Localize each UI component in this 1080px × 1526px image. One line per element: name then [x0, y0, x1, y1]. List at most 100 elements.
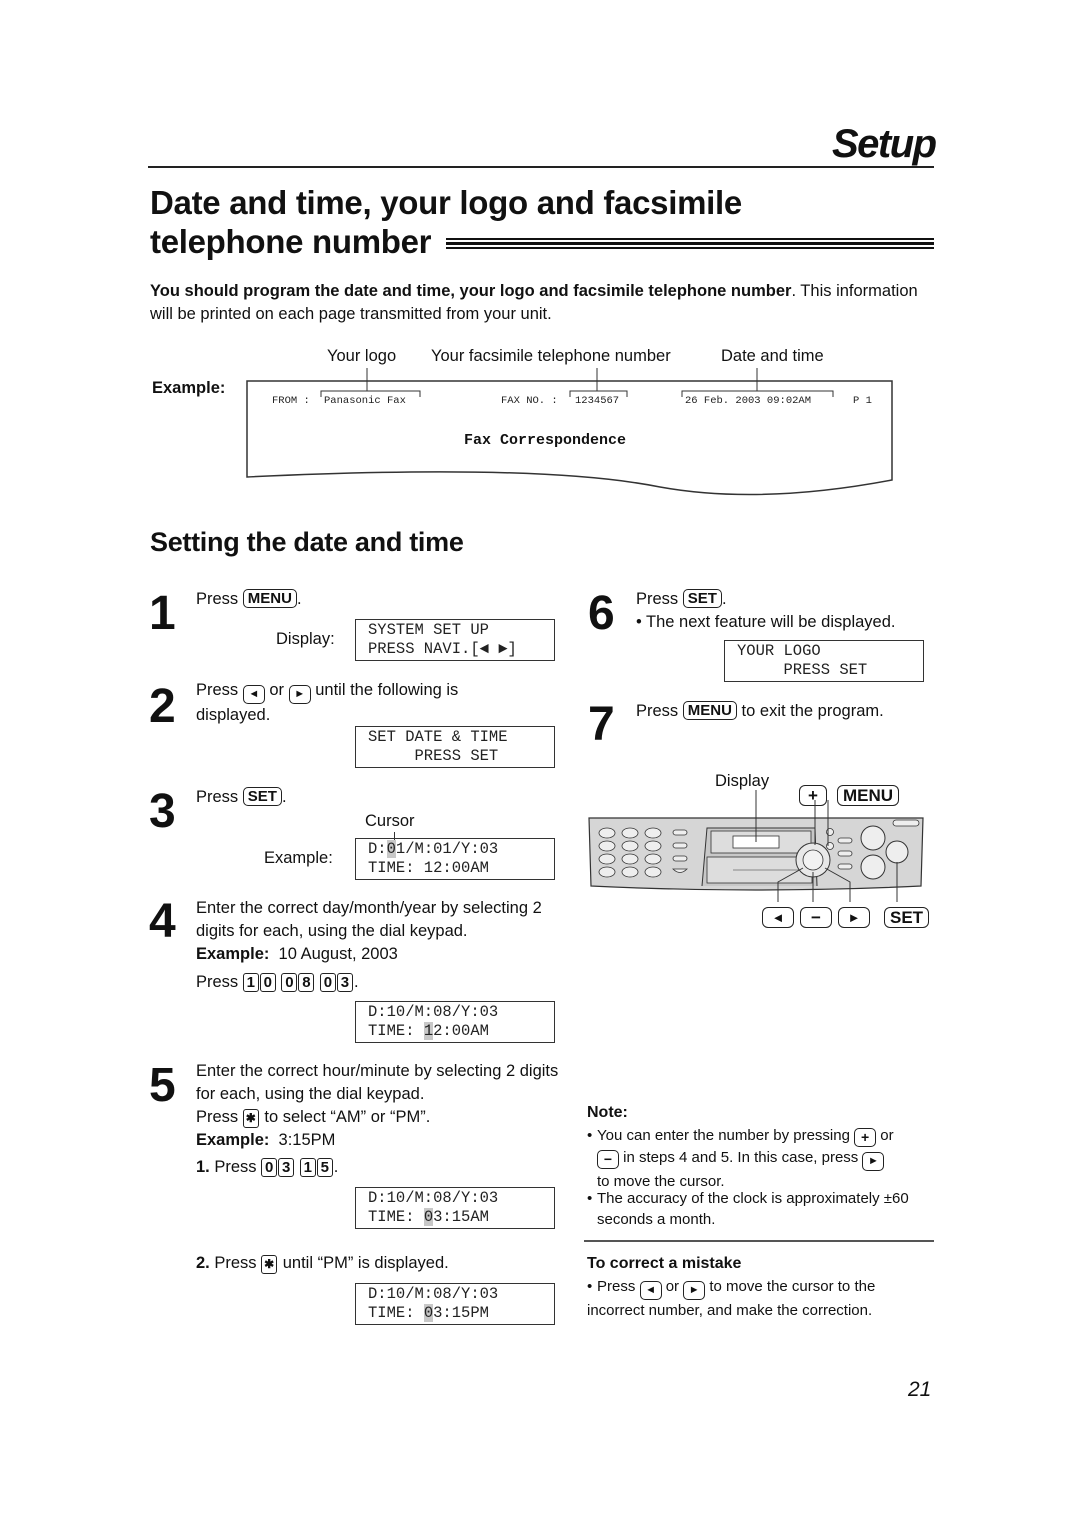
note-divider [584, 1240, 934, 1242]
note-bullet-2: • The accuracy of the clock is approximat… [587, 1188, 937, 1230]
set-key: SET [682, 589, 722, 608]
step-5-example: Example: 3:15PM [196, 1129, 335, 1152]
press-label: Press [214, 1158, 257, 1176]
fax-page-value: P 1 [853, 395, 872, 407]
sub2-desc: until “PM” is displayed. [282, 1254, 449, 1272]
example-bold: Example: [196, 1131, 270, 1149]
star-desc: to select “AM” or “PM”. [264, 1108, 431, 1126]
press-label: Press [196, 788, 239, 806]
set-key: SET [242, 787, 282, 806]
lcd-line: D:01/M:01/Y:03 [368, 840, 499, 858]
display-label: Display: [276, 630, 335, 648]
lcd-line: PRESS NAVI.[◄ ►] [368, 640, 517, 658]
press-label: Press [196, 590, 239, 608]
press-label: Press [196, 681, 239, 699]
press-label: Press [214, 1254, 257, 1272]
press-label: Press [196, 973, 239, 991]
bullet-icon: • [587, 1190, 593, 1207]
lcd-system-setup: SYSTEM SET UP PRESS NAVI.[◄ ►] [355, 619, 555, 661]
minus-key-icon: − [597, 1150, 619, 1169]
cursor-highlight: 0 [423, 1304, 434, 1322]
note-bullet-1: • You can enter the number by pressing + … [587, 1125, 937, 1192]
digit-key: 3 [278, 1158, 295, 1177]
step-4-keys: Press 10 08 03. [196, 973, 359, 992]
lcd-line: PRESS SET [368, 747, 499, 765]
step-5-number: 5 [149, 1059, 176, 1112]
step-5-text: Enter the correct hour/minute by selecti… [196, 1062, 559, 1103]
digit-key: 0 [319, 973, 336, 992]
menu-key: MENU [682, 701, 737, 720]
callout-date-time: Date and time [721, 347, 824, 365]
intro-paragraph: You should program the date and time, yo… [150, 280, 940, 326]
bullet-icon: • [587, 1278, 593, 1295]
digit-key: 3 [336, 973, 353, 992]
fax-control-panel [588, 790, 924, 902]
lcd-set-date-time: SET DATE & TIME PRESS SET [355, 726, 555, 768]
page-title-line1: Date and time, your logo and facsimile [150, 184, 742, 221]
mistake-text: or [665, 1278, 680, 1295]
callout-logo: Your logo [327, 347, 397, 365]
example-label: Example: [264, 849, 333, 867]
star-key-icon: ✱ [261, 1255, 278, 1274]
step-6-bullet: • The next feature will be displayed. [636, 611, 895, 634]
step-5-sub2: 2. Press ✱ until “PM” is displayed. [196, 1252, 449, 1275]
header-rule [148, 166, 934, 168]
step-2-number: 2 [149, 680, 176, 733]
digit-key: 0 [259, 973, 276, 992]
lcd-time-am: D:10/M:08/Y:03 TIME: 03:15AM [355, 1187, 555, 1229]
cursor-highlight: 0 [386, 840, 396, 858]
fax-no-value: 1234567 [575, 395, 620, 407]
digit-key: 1 [299, 1158, 316, 1177]
lcd-line: SYSTEM SET UP [368, 621, 489, 639]
step-2-text: Press ◄ or ► until the following is disp… [196, 679, 526, 727]
note-text: The accuracy of the clock is approximate… [597, 1190, 909, 1228]
cursor-highlight: 0 [423, 1208, 434, 1226]
bullet-icon: • [587, 1127, 593, 1144]
left-arrow-key: ◄ [762, 907, 794, 928]
bullet-icon: • [636, 613, 642, 631]
star-key-icon: ✱ [242, 1109, 259, 1128]
step-6-text: Press SET. [636, 589, 727, 608]
fax-logo-value: Panasonic Fax [324, 395, 406, 407]
fax-no-label: FAX NO. : [501, 395, 558, 407]
lcd-line: D:10/M:08/Y:03 [368, 1003, 499, 1021]
minus-key: − [800, 907, 832, 928]
left-arrow-key-icon: ◄ [242, 685, 265, 704]
sub-num: 2. [196, 1254, 210, 1272]
step-5-sub1: 1. Press 03 15. [196, 1158, 339, 1177]
mistake-text: Press [597, 1278, 636, 1295]
lcd-date-entered: D:10/M:08/Y:03 TIME: 12:00AM [355, 1001, 555, 1043]
lcd-line: D:10/M:08/Y:03 [368, 1189, 499, 1207]
lcd-line: YOUR LOGO [737, 642, 821, 660]
panel-set-key: SET [884, 907, 930, 928]
example-value: 3:15PM [278, 1131, 336, 1149]
press-label: Press [636, 702, 679, 720]
plus-key-icon: + [854, 1128, 877, 1147]
or-label: or [269, 681, 285, 699]
step-4-text: Enter the correct day/month/year by sele… [196, 899, 542, 940]
menu-key: MENU [242, 589, 297, 608]
step-5-star-text: Press ✱ to select “AM” or “PM”. [196, 1106, 430, 1129]
step-1-number: 1 [149, 587, 176, 640]
note-text: You can enter the number by pressing [597, 1127, 850, 1144]
note-title: Note: [587, 1104, 628, 1121]
digit-key: 0 [261, 1158, 278, 1177]
right-arrow-key-icon: ► [862, 1152, 885, 1171]
lcd-line: TIME: 12:00AM [368, 859, 489, 877]
press-label: Press [636, 590, 679, 608]
press-label: Press [196, 1108, 239, 1126]
digit-key: 0 [281, 973, 298, 992]
intro-bold: You should program the date and time, yo… [150, 282, 792, 300]
lcd-line: D:10/M:08/Y:03 [368, 1285, 499, 1303]
lcd-initial-datetime: D:01/M:01/Y:03 TIME: 12:00AM [355, 838, 555, 880]
right-arrow-key-icon: ► [288, 685, 311, 704]
step-4-example: Example: 10 August, 2003 [196, 943, 398, 966]
right-arrow-key: ► [838, 907, 870, 928]
digit-key: 5 [316, 1158, 333, 1177]
fax-from-label: FROM : [272, 395, 310, 407]
lcd-time-pm: D:10/M:08/Y:03 TIME: 03:15PM [355, 1283, 555, 1325]
step-7-desc: to exit the program. [741, 702, 884, 720]
right-arrow-key-icon: ► [683, 1281, 706, 1300]
digit-key: 1 [242, 973, 259, 992]
step-3-number: 3 [149, 785, 176, 838]
